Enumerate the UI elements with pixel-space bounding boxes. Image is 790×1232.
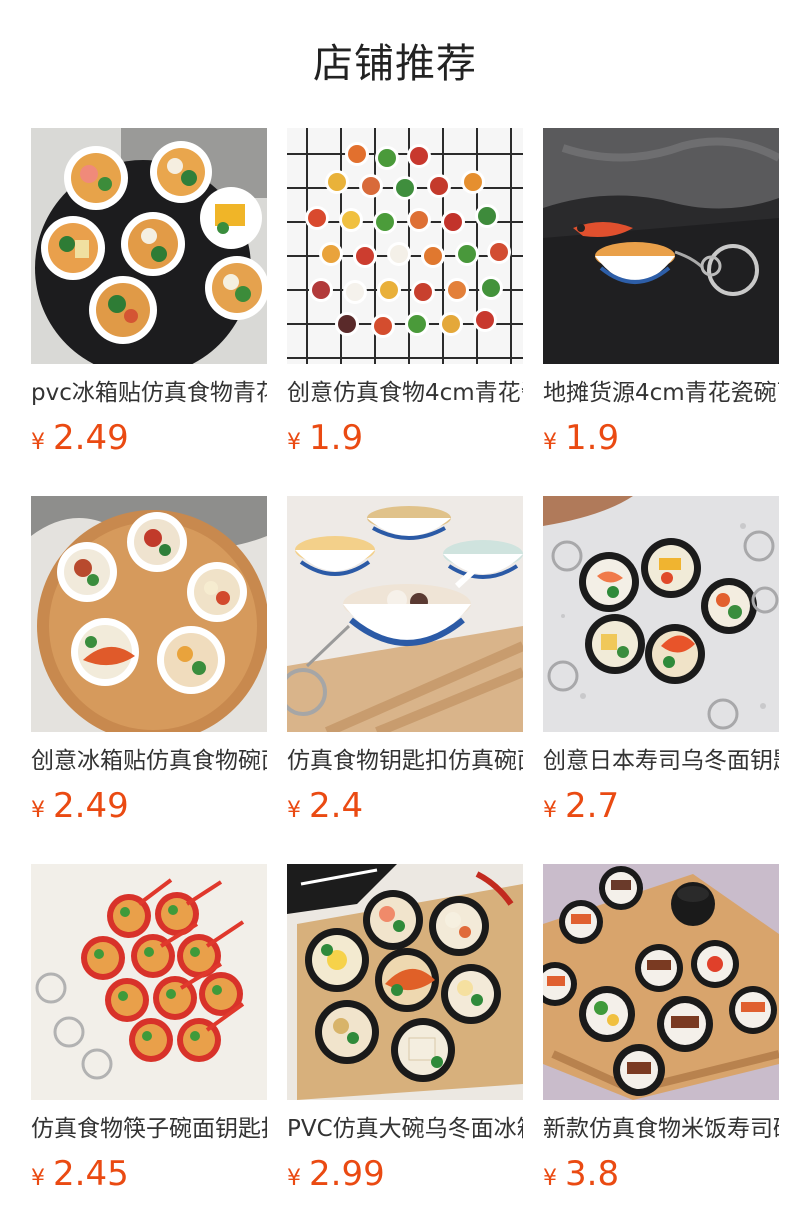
price-value: 2.49	[53, 786, 129, 826]
product-card[interactable]: 创意仿真食物4cm青花瓷碗钥匙扣 ¥1.9	[287, 128, 523, 464]
product-card[interactable]: 仿真食物筷子碗面钥匙扣 ¥2.45	[31, 864, 267, 1200]
product-card[interactable]: 创意日本寿司乌冬面钥匙扣 ¥2.7	[543, 496, 779, 832]
product-name[interactable]: pvc冰箱贴仿真食物青花瓷碗面	[31, 378, 267, 408]
price-value: 3.8	[565, 1154, 620, 1194]
price-value: 2.7	[565, 786, 620, 826]
product-card[interactable]: PVC仿真大碗乌冬面冰箱贴 ¥2.99	[287, 864, 523, 1200]
product-name[interactable]: 仿真食物筷子碗面钥匙扣	[31, 1114, 267, 1144]
product-name[interactable]: 仿真食物钥匙扣仿真碗面	[287, 746, 523, 776]
product-image[interactable]	[31, 496, 267, 732]
product-card[interactable]: 新款仿真食物米饭寿司碗 ¥3.8	[543, 864, 779, 1200]
currency-symbol: ¥	[543, 798, 557, 823]
product-image[interactable]	[543, 864, 779, 1100]
currency-symbol: ¥	[31, 798, 45, 823]
product-card[interactable]: 仿真食物钥匙扣仿真碗面 ¥2.4	[287, 496, 523, 832]
currency-symbol: ¥	[287, 430, 301, 455]
product-card[interactable]: pvc冰箱贴仿真食物青花瓷碗面 ¥2.49	[31, 128, 267, 464]
product-price: ¥3.8	[543, 1154, 779, 1194]
product-name[interactable]: 创意日本寿司乌冬面钥匙扣	[543, 746, 779, 776]
product-price: ¥2.99	[287, 1154, 523, 1194]
product-image[interactable]	[543, 496, 779, 732]
currency-symbol: ¥	[543, 1166, 557, 1191]
product-image[interactable]	[287, 128, 523, 364]
product-grid: pvc冰箱贴仿真食物青花瓷碗面 ¥2.49	[31, 128, 779, 1200]
currency-symbol: ¥	[287, 1166, 301, 1191]
price-value: 2.45	[53, 1154, 129, 1194]
product-image[interactable]	[31, 128, 267, 364]
product-price: ¥1.9	[543, 418, 779, 458]
section-title: 店铺推荐	[313, 41, 477, 87]
price-value: 1.9	[565, 418, 620, 458]
product-image[interactable]	[543, 128, 779, 364]
currency-symbol: ¥	[31, 430, 45, 455]
product-price: ¥1.9	[287, 418, 523, 458]
product-price: ¥2.49	[31, 786, 267, 826]
product-image[interactable]	[31, 864, 267, 1100]
product-name[interactable]: 地摊货源4cm青花瓷碗面钥匙扣	[543, 378, 779, 408]
price-value: 2.99	[309, 1154, 385, 1194]
product-card[interactable]: 地摊货源4cm青花瓷碗面钥匙扣 ¥1.9	[543, 128, 779, 464]
shop-recommendations-page: 店铺推荐 pvc冰箱贴仿真食物青 ¥ 2.49 创意仿真食物4cm青花 ¥ 1.…	[0, 0, 790, 1232]
price-value: 2.49	[53, 418, 129, 458]
product-price: ¥2.45	[31, 1154, 267, 1194]
currency-symbol: ¥	[287, 798, 301, 823]
product-name[interactable]: 创意冰箱贴仿真食物碗面	[31, 746, 267, 776]
product-name[interactable]: 新款仿真食物米饭寿司碗	[543, 1114, 779, 1144]
product-name[interactable]: PVC仿真大碗乌冬面冰箱贴	[287, 1114, 523, 1144]
product-card[interactable]: 创意冰箱贴仿真食物碗面 ¥2.49	[31, 496, 267, 832]
product-price: ¥2.4	[287, 786, 523, 826]
product-price: ¥2.7	[543, 786, 779, 826]
product-image[interactable]	[287, 496, 523, 732]
product-image[interactable]	[287, 864, 523, 1100]
price-value: 2.4	[309, 786, 364, 826]
product-name[interactable]: 创意仿真食物4cm青花瓷碗钥匙扣	[287, 378, 523, 408]
product-price: ¥2.49	[31, 418, 267, 458]
price-value: 1.9	[309, 418, 364, 458]
currency-symbol: ¥	[543, 430, 557, 455]
currency-symbol: ¥	[31, 1166, 45, 1191]
